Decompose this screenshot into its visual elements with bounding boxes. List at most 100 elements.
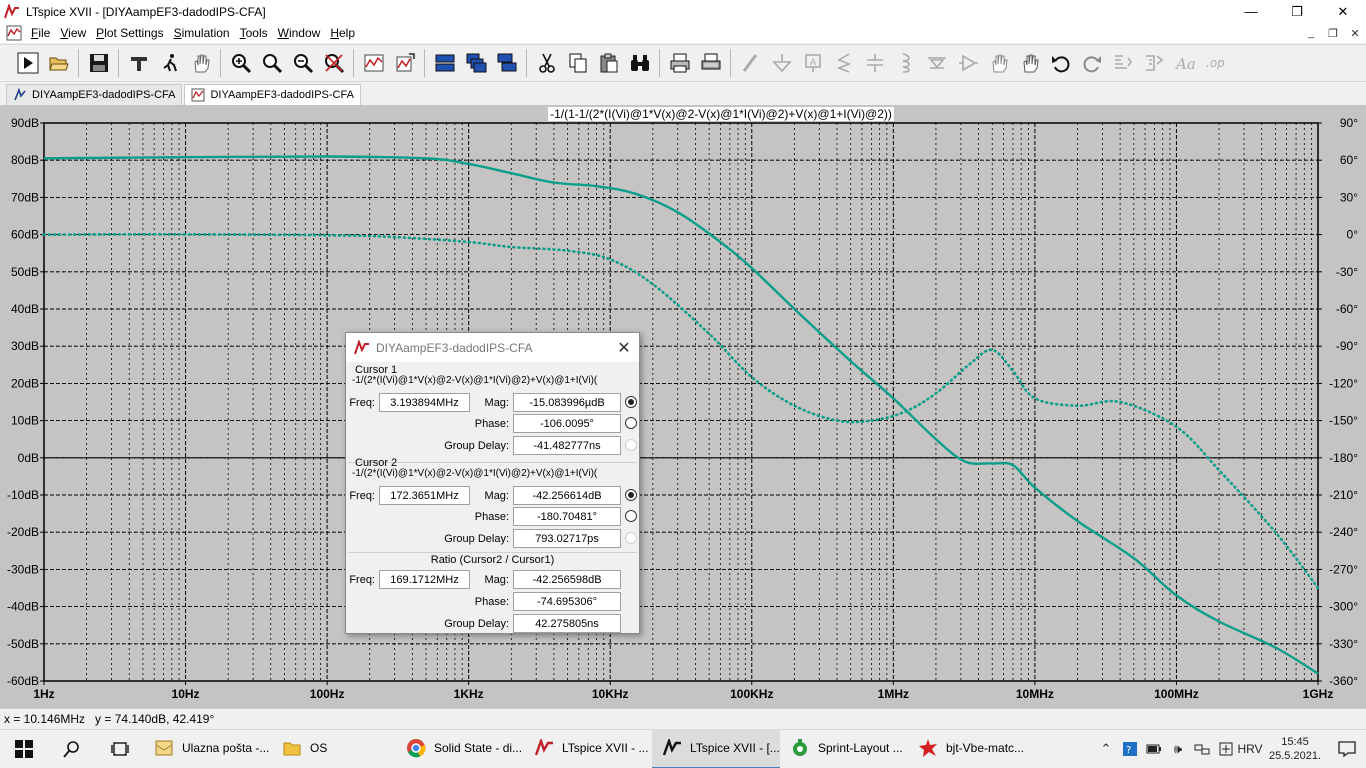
cursor1-phase-radio[interactable]	[625, 417, 637, 429]
cursor2-phase-field[interactable]: -180.70481°	[513, 507, 621, 526]
resistor-button[interactable]	[828, 48, 859, 78]
cursor-dialog-titlebar[interactable]: DIYAampEF3-dadodIPS-CFA ✕	[346, 333, 639, 362]
cursor2-phase-radio[interactable]	[625, 510, 637, 522]
cascade-button[interactable]	[460, 48, 491, 78]
save-button[interactable]	[83, 48, 114, 78]
move-button[interactable]	[983, 48, 1014, 78]
text-button[interactable]: Aa	[1169, 48, 1200, 78]
trace-expression[interactable]: -1/(1-1/(2*(I(Vi)@1*V(x)@2-V(x)@1*I(Vi)@…	[550, 107, 892, 121]
mdi-minimize-button[interactable]: _	[1300, 24, 1322, 42]
menu-plot-settings[interactable]: Plot Settings	[91, 23, 168, 43]
autorange-button[interactable]	[358, 48, 389, 78]
start-button[interactable]	[0, 730, 48, 768]
component-button[interactable]	[952, 48, 983, 78]
cursor-dialog-close-button[interactable]: ✕	[609, 338, 639, 358]
menu-file[interactable]: File	[26, 23, 55, 43]
tray-device-icon[interactable]	[1214, 730, 1238, 768]
ratio-freq-field[interactable]: 169.1712MHz	[379, 570, 470, 589]
print-setup-button[interactable]	[695, 48, 726, 78]
rotate-button[interactable]	[1107, 48, 1138, 78]
ratio-gd-field[interactable]: 42.275805ns	[513, 614, 621, 633]
cursor2-freq-field[interactable]: 172.3651MHz	[379, 486, 470, 505]
control-panel-button[interactable]	[123, 48, 154, 78]
y-tick-label: 30dB	[11, 339, 39, 353]
zoom-in-button[interactable]	[225, 48, 256, 78]
menu-simulation[interactable]: Simulation	[169, 23, 235, 43]
cursor1-mag-radio[interactable]	[625, 396, 637, 408]
tray-network-icon[interactable]	[1190, 730, 1214, 768]
notification-button[interactable]	[1328, 730, 1366, 768]
clock[interactable]: 15:45 25.5.2021.	[1262, 730, 1328, 768]
cursor1-mag-field[interactable]: -15.083996µdB	[513, 393, 621, 412]
run-button[interactable]	[12, 48, 43, 78]
ratio-phase-field[interactable]: -74.695306°	[513, 592, 621, 611]
waveform-viewer[interactable]: 1Hz 10Hz 100Hz 1KHz 10KHz 100KHz 1MHz 10MHz 100M…	[0, 105, 1366, 708]
sprint-layout-icon	[793, 739, 807, 756]
cursor2-gd-radio[interactable]	[625, 532, 637, 544]
spice-directive-button[interactable]: .op	[1200, 48, 1231, 78]
cursor2-mag-field[interactable]: -42.256614dB	[513, 486, 621, 505]
label-button[interactable]: A	[797, 48, 828, 78]
pan-button[interactable]	[185, 48, 216, 78]
fit-button[interactable]	[389, 48, 420, 78]
cursor2-gd-field[interactable]: 793.02717ps	[513, 529, 621, 548]
taskbar-app-folder[interactable]: OS	[272, 730, 396, 768]
x-tick-label: 10KHz	[592, 687, 629, 701]
zoom-out-button[interactable]	[287, 48, 318, 78]
wire-button[interactable]	[735, 48, 766, 78]
resistor-icon	[836, 53, 851, 73]
redo-button[interactable]	[1076, 48, 1107, 78]
drag-button[interactable]	[1014, 48, 1045, 78]
tray-chevron-up-icon[interactable]: ⌃	[1094, 730, 1118, 768]
cursor1-gd-radio[interactable]	[625, 439, 637, 451]
taskbar-app-ltspice-1[interactable]: LTspice XVII - ...	[524, 730, 652, 768]
taskbar-app-sprint-layout[interactable]: Sprint-Layout ...	[780, 730, 908, 768]
paste-button[interactable]	[593, 48, 624, 78]
language-indicator[interactable]: HRV	[1237, 730, 1262, 768]
ground-button[interactable]	[766, 48, 797, 78]
close-button[interactable]: ✕	[1320, 0, 1366, 23]
taskbar-app-bjt[interactable]: bjt-Vbe-matc...	[908, 730, 1036, 768]
zoom-cancel-button[interactable]	[318, 48, 349, 78]
clock-date: 25.5.2021.	[1269, 750, 1321, 762]
cursor1-phase-field[interactable]: -106.0095°	[513, 414, 621, 433]
mdi-close-button[interactable]: ✕	[1344, 24, 1366, 42]
menu-window[interactable]: Window	[273, 23, 326, 43]
mirror-button[interactable]	[1138, 48, 1169, 78]
taskbar-app-chrome[interactable]: Solid State - di...	[396, 730, 524, 768]
cut-button[interactable]	[531, 48, 562, 78]
inductor-button[interactable]	[890, 48, 921, 78]
zoom-rect-button[interactable]	[256, 48, 287, 78]
capacitor-button[interactable]	[859, 48, 890, 78]
bode-plot[interactable]: 1Hz 10Hz 100Hz 1KHz 10KHz 100KHz 1MHz 10MHz 100M…	[0, 105, 1366, 708]
taskbar-app-mail[interactable]: Ulazna pošta -...	[144, 730, 272, 768]
menu-view[interactable]: View	[55, 23, 91, 43]
tab-schematic[interactable]: DIYAampEF3-dadodIPS-CFA	[6, 84, 183, 105]
mdi-restore-button[interactable]: ❐	[1322, 24, 1344, 42]
open-button[interactable]	[43, 48, 74, 78]
print-button[interactable]	[664, 48, 695, 78]
menu-tools[interactable]: Tools	[235, 23, 273, 43]
tray-battery-icon[interactable]	[1142, 730, 1166, 768]
diode-button[interactable]	[921, 48, 952, 78]
toolbar: A Aa .op	[0, 44, 1366, 82]
cursor2-mag-radio[interactable]	[625, 489, 637, 501]
find-button[interactable]	[624, 48, 655, 78]
tab-waveform[interactable]: DIYAampEF3-dadodIPS-CFA	[184, 84, 361, 105]
tray-volume-icon[interactable]: 🕪	[1166, 730, 1190, 768]
halt-button[interactable]	[154, 48, 185, 78]
tray-security-icon[interactable]: ?	[1118, 730, 1142, 768]
search-button[interactable]	[48, 730, 96, 768]
taskbar-app-ltspice-2[interactable]: LTspice XVII - [...	[652, 729, 780, 768]
copy-button[interactable]	[562, 48, 593, 78]
tile-vertical-button[interactable]	[491, 48, 522, 78]
maximize-button[interactable]: ❐	[1274, 0, 1320, 23]
cursor1-freq-field[interactable]: 3.193894MHz	[379, 393, 470, 412]
ratio-mag-field[interactable]: -42.256598dB	[513, 570, 621, 589]
task-view-button[interactable]	[96, 730, 144, 768]
menu-help[interactable]: Help	[325, 23, 360, 43]
minimize-button[interactable]: —	[1228, 0, 1274, 23]
tile-horizontal-button[interactable]	[429, 48, 460, 78]
undo-button[interactable]	[1045, 48, 1076, 78]
cursor1-gd-field[interactable]: -41.482777ns	[513, 436, 621, 455]
